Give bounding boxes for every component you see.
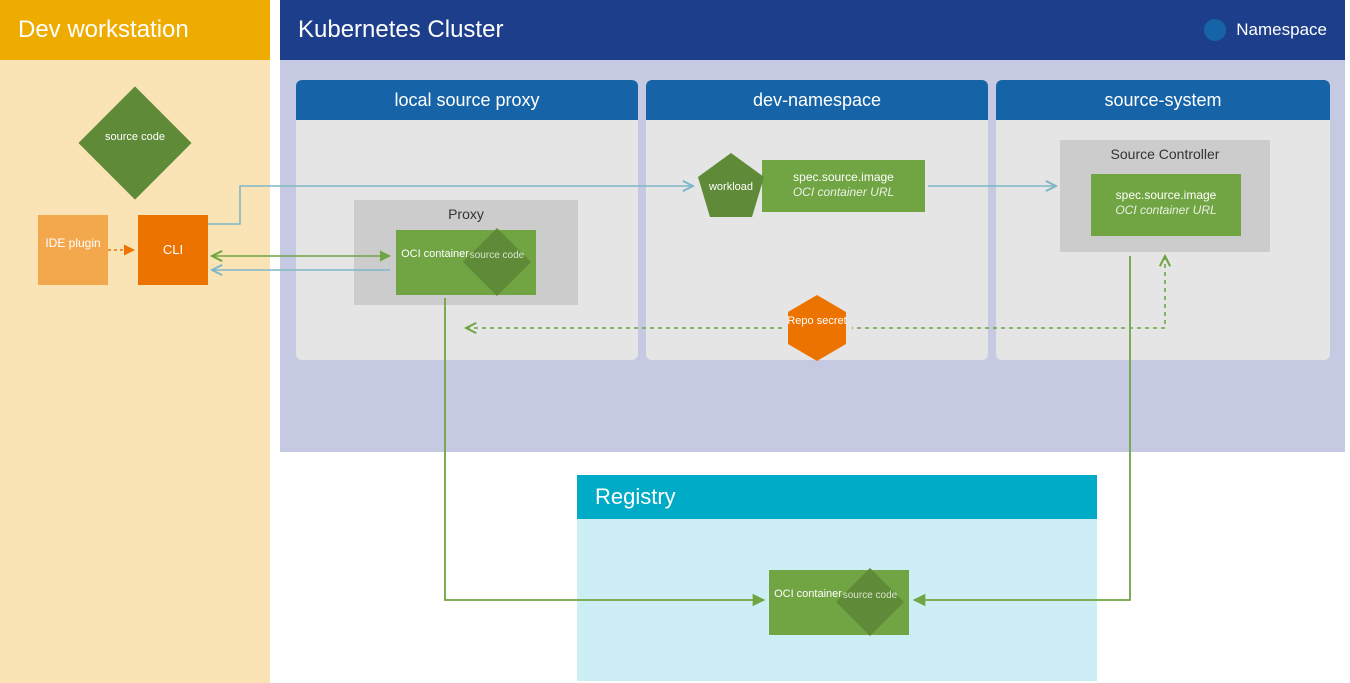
proxy-source-code-label: source code [467,250,527,261]
namespace-source-title: source-system [1104,90,1221,111]
dev-workstation-title: Dev workstation [18,16,189,44]
kubernetes-cluster-title: Kubernetes Cluster [298,16,503,44]
dev-spec-line1: spec.source.image [762,170,925,185]
dev-workstation-header: Dev workstation [0,0,270,60]
registry-title: Registry [595,484,676,510]
registry-oci-label: OCI container [773,588,843,601]
namespace-proxy-title: local source proxy [394,90,539,111]
source-code-label: source code [95,131,175,143]
repo-secret-hexagon: Repo secret [786,293,848,363]
source-controller-label: Source Controller [1060,146,1270,162]
namespace-legend: Namespace [1204,19,1327,41]
namespace-source-header: source-system [996,80,1330,120]
workload-label: workload [696,181,766,193]
kubernetes-cluster-header: Kubernetes Cluster Namespace [280,0,1345,60]
namespace-legend-label: Namespace [1236,20,1327,40]
dev-spec-line2: OCI container URL [762,185,925,200]
workload-pentagon: workload [696,151,766,221]
namespace-legend-circle [1204,19,1226,41]
registry-source-code-diamond: source code [840,572,900,632]
namespace-dev-header: dev-namespace [646,80,988,120]
repo-secret-label: Repo secret [786,315,848,327]
dev-spec-box: spec.source.image OCI container URL [762,160,925,212]
source-spec-line2: OCI container URL [1091,203,1241,218]
source-spec-box: spec.source.image OCI container URL [1091,174,1241,236]
source-code-diamond: source code [95,103,175,183]
source-spec-line1: spec.source.image [1091,188,1241,203]
registry-header: Registry [577,475,1097,519]
namespace-proxy-header: local source proxy [296,80,638,120]
ide-plugin-box: IDE plugin [38,215,108,285]
proxy-source-code-diamond: source code [467,232,527,292]
proxy-oci-label: OCI container [400,248,470,261]
registry-source-code-label: source code [840,590,900,601]
cli-box: CLI [138,215,208,285]
proxy-label: Proxy [354,206,578,222]
namespace-dev-title: dev-namespace [753,90,881,111]
